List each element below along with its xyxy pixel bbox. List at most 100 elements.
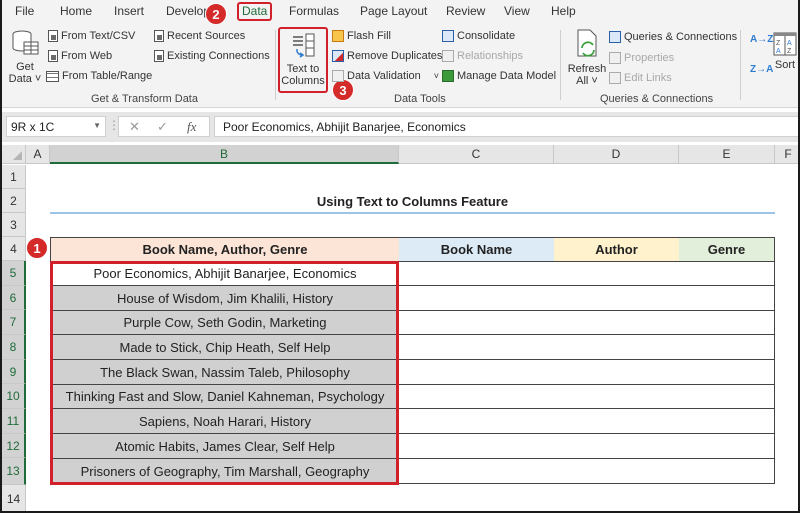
column-header-c[interactable]: C bbox=[399, 145, 554, 164]
tab-file[interactable]: File bbox=[15, 4, 34, 18]
cell-c11[interactable] bbox=[399, 409, 555, 434]
relationships-icon bbox=[442, 50, 454, 62]
relationships-button[interactable]: Relationships bbox=[442, 50, 523, 62]
row-header-10[interactable]: 10 bbox=[2, 384, 26, 409]
from-web-button[interactable]: From Web bbox=[48, 50, 112, 62]
properties-button[interactable]: Properties bbox=[609, 52, 674, 64]
tab-developer[interactable]: Develop bbox=[166, 4, 210, 18]
cell-e5[interactable] bbox=[679, 262, 775, 286]
row-header-3[interactable]: 3 bbox=[2, 213, 26, 237]
manage-data-model-button[interactable]: Manage Data Model bbox=[442, 70, 556, 82]
cell-b13[interactable]: Prisoners of Geography, Tim Marshall, Ge… bbox=[50, 459, 400, 484]
cell-d7[interactable] bbox=[554, 311, 680, 335]
row-header-12[interactable]: 12 bbox=[2, 434, 26, 458]
cell-b6[interactable]: House of Wisdom, Jim Khalili, History bbox=[50, 286, 400, 311]
cell-c8[interactable] bbox=[399, 335, 555, 360]
tab-page-layout[interactable]: Page Layout bbox=[360, 4, 427, 18]
refresh-all-button[interactable]: Refresh All ˅ bbox=[567, 28, 607, 87]
tab-insert[interactable]: Insert bbox=[114, 4, 144, 18]
tab-help[interactable]: Help bbox=[551, 4, 576, 18]
text-to-columns-button[interactable]: Text to Columns bbox=[278, 27, 328, 93]
data-validation-button[interactable]: Data Validation ˅ bbox=[332, 70, 439, 82]
cell-e12[interactable] bbox=[679, 434, 775, 459]
row-header-8[interactable]: 8 bbox=[2, 335, 26, 360]
formula-input[interactable]: Poor Economics, Abhijit Banarjee, Econom… bbox=[214, 116, 798, 137]
sort-descending-button[interactable]: Z→A bbox=[750, 64, 773, 75]
tab-view[interactable]: View bbox=[504, 4, 530, 18]
group-label-queries: Queries & Connections bbox=[600, 93, 714, 105]
cell-e9[interactable] bbox=[679, 360, 775, 385]
cell-c5[interactable] bbox=[399, 262, 555, 286]
cancel-icon[interactable]: ✕ bbox=[129, 119, 140, 135]
cell-d9[interactable] bbox=[554, 360, 680, 385]
cell-b5[interactable]: Poor Economics, Abhijit Banarjee, Econom… bbox=[50, 262, 400, 286]
name-box[interactable]: 9R x 1C ▼ bbox=[6, 116, 106, 137]
tab-review[interactable]: Review bbox=[446, 4, 485, 18]
cell-e10[interactable] bbox=[679, 385, 775, 409]
cell-b10[interactable]: Thinking Fast and Slow, Daniel Kahneman,… bbox=[50, 385, 400, 409]
tab-formulas[interactable]: Formulas bbox=[289, 4, 339, 18]
cell-e6[interactable] bbox=[679, 286, 775, 311]
row-header-4[interactable]: 4 bbox=[2, 237, 26, 261]
row-header-5[interactable]: 5 bbox=[2, 261, 26, 286]
header-book-name[interactable]: Book Name bbox=[399, 237, 555, 262]
cell-b11[interactable]: Sapiens, Noah Harari, History bbox=[50, 409, 400, 434]
column-header-a[interactable]: A bbox=[26, 145, 50, 164]
row-header-1[interactable]: 1 bbox=[2, 165, 26, 189]
cell-d6[interactable] bbox=[554, 286, 680, 311]
row-header-11[interactable]: 11 bbox=[2, 409, 26, 434]
tab-data[interactable]: Data bbox=[237, 2, 273, 21]
from-table-range-button[interactable]: From Table/Range bbox=[46, 70, 152, 82]
cell-c10[interactable] bbox=[399, 385, 555, 409]
row-header-7[interactable]: 7 bbox=[2, 310, 26, 335]
tab-home[interactable]: Home bbox=[60, 4, 92, 18]
fx-icon[interactable]: fx bbox=[187, 119, 196, 135]
column-header-e[interactable]: E bbox=[679, 145, 775, 164]
cell-b12[interactable]: Atomic Habits, James Clear, Self Help bbox=[50, 434, 400, 459]
header-genre[interactable]: Genre bbox=[679, 237, 775, 262]
column-header-d[interactable]: D bbox=[554, 145, 679, 164]
sort-ascending-button[interactable]: A→Z bbox=[750, 34, 773, 45]
consolidate-button[interactable]: Consolidate bbox=[442, 30, 515, 42]
flash-fill-button[interactable]: Flash Fill bbox=[332, 30, 391, 42]
cell-c13[interactable] bbox=[399, 459, 555, 484]
cell-c6[interactable] bbox=[399, 286, 555, 311]
get-data-button[interactable]: Get Data ˅ bbox=[8, 28, 42, 85]
cell-e7[interactable] bbox=[679, 311, 775, 335]
cell-d13[interactable] bbox=[554, 459, 680, 484]
cell-c12[interactable] bbox=[399, 434, 555, 459]
cell-e13[interactable] bbox=[679, 459, 775, 484]
column-header-f[interactable]: F bbox=[775, 145, 798, 164]
row-header-14[interactable]: 14 bbox=[2, 485, 26, 511]
cell-b9[interactable]: The Black Swan, Nassim Taleb, Philosophy bbox=[50, 360, 400, 385]
chevron-down-icon[interactable]: ▼ bbox=[93, 121, 101, 130]
sort-button[interactable]: ZA AZ Sort bbox=[772, 32, 798, 71]
cell-d12[interactable] bbox=[554, 434, 680, 459]
existing-connections-button[interactable]: Existing Connections bbox=[154, 50, 270, 62]
cell-d11[interactable] bbox=[554, 409, 680, 434]
cell-c9[interactable] bbox=[399, 360, 555, 385]
remove-duplicates-button[interactable]: Remove Duplicates bbox=[332, 50, 442, 62]
cell-e8[interactable] bbox=[679, 335, 775, 360]
select-all-button[interactable] bbox=[2, 145, 26, 164]
cell-d8[interactable] bbox=[554, 335, 680, 360]
chevron-down-icon[interactable]: ˅ bbox=[434, 71, 439, 81]
column-header-b[interactable]: B bbox=[50, 145, 399, 164]
row-header-9[interactable]: 9 bbox=[2, 360, 26, 384]
cell-b8[interactable]: Made to Stick, Chip Heath, Self Help bbox=[50, 335, 400, 360]
cell-d10[interactable] bbox=[554, 385, 680, 409]
row-header-13[interactable]: 13 bbox=[2, 458, 26, 485]
recent-sources-button[interactable]: Recent Sources bbox=[154, 30, 245, 42]
edit-links-button[interactable]: Edit Links bbox=[609, 72, 672, 84]
from-text-csv-button[interactable]: From Text/CSV bbox=[48, 30, 135, 42]
cell-e11[interactable] bbox=[679, 409, 775, 434]
row-header-2[interactable]: 2 bbox=[2, 189, 26, 213]
header-author[interactable]: Author bbox=[554, 237, 680, 262]
header-combined[interactable]: Book Name, Author, Genre bbox=[50, 237, 400, 262]
queries-connections-button[interactable]: Queries & Connections bbox=[609, 31, 737, 43]
row-header-6[interactable]: 6 bbox=[2, 286, 26, 310]
cell-c7[interactable] bbox=[399, 311, 555, 335]
cell-b7[interactable]: Purple Cow, Seth Godin, Marketing bbox=[50, 311, 400, 335]
cell-d5[interactable] bbox=[554, 262, 680, 286]
enter-icon[interactable]: ✓ bbox=[157, 119, 168, 135]
